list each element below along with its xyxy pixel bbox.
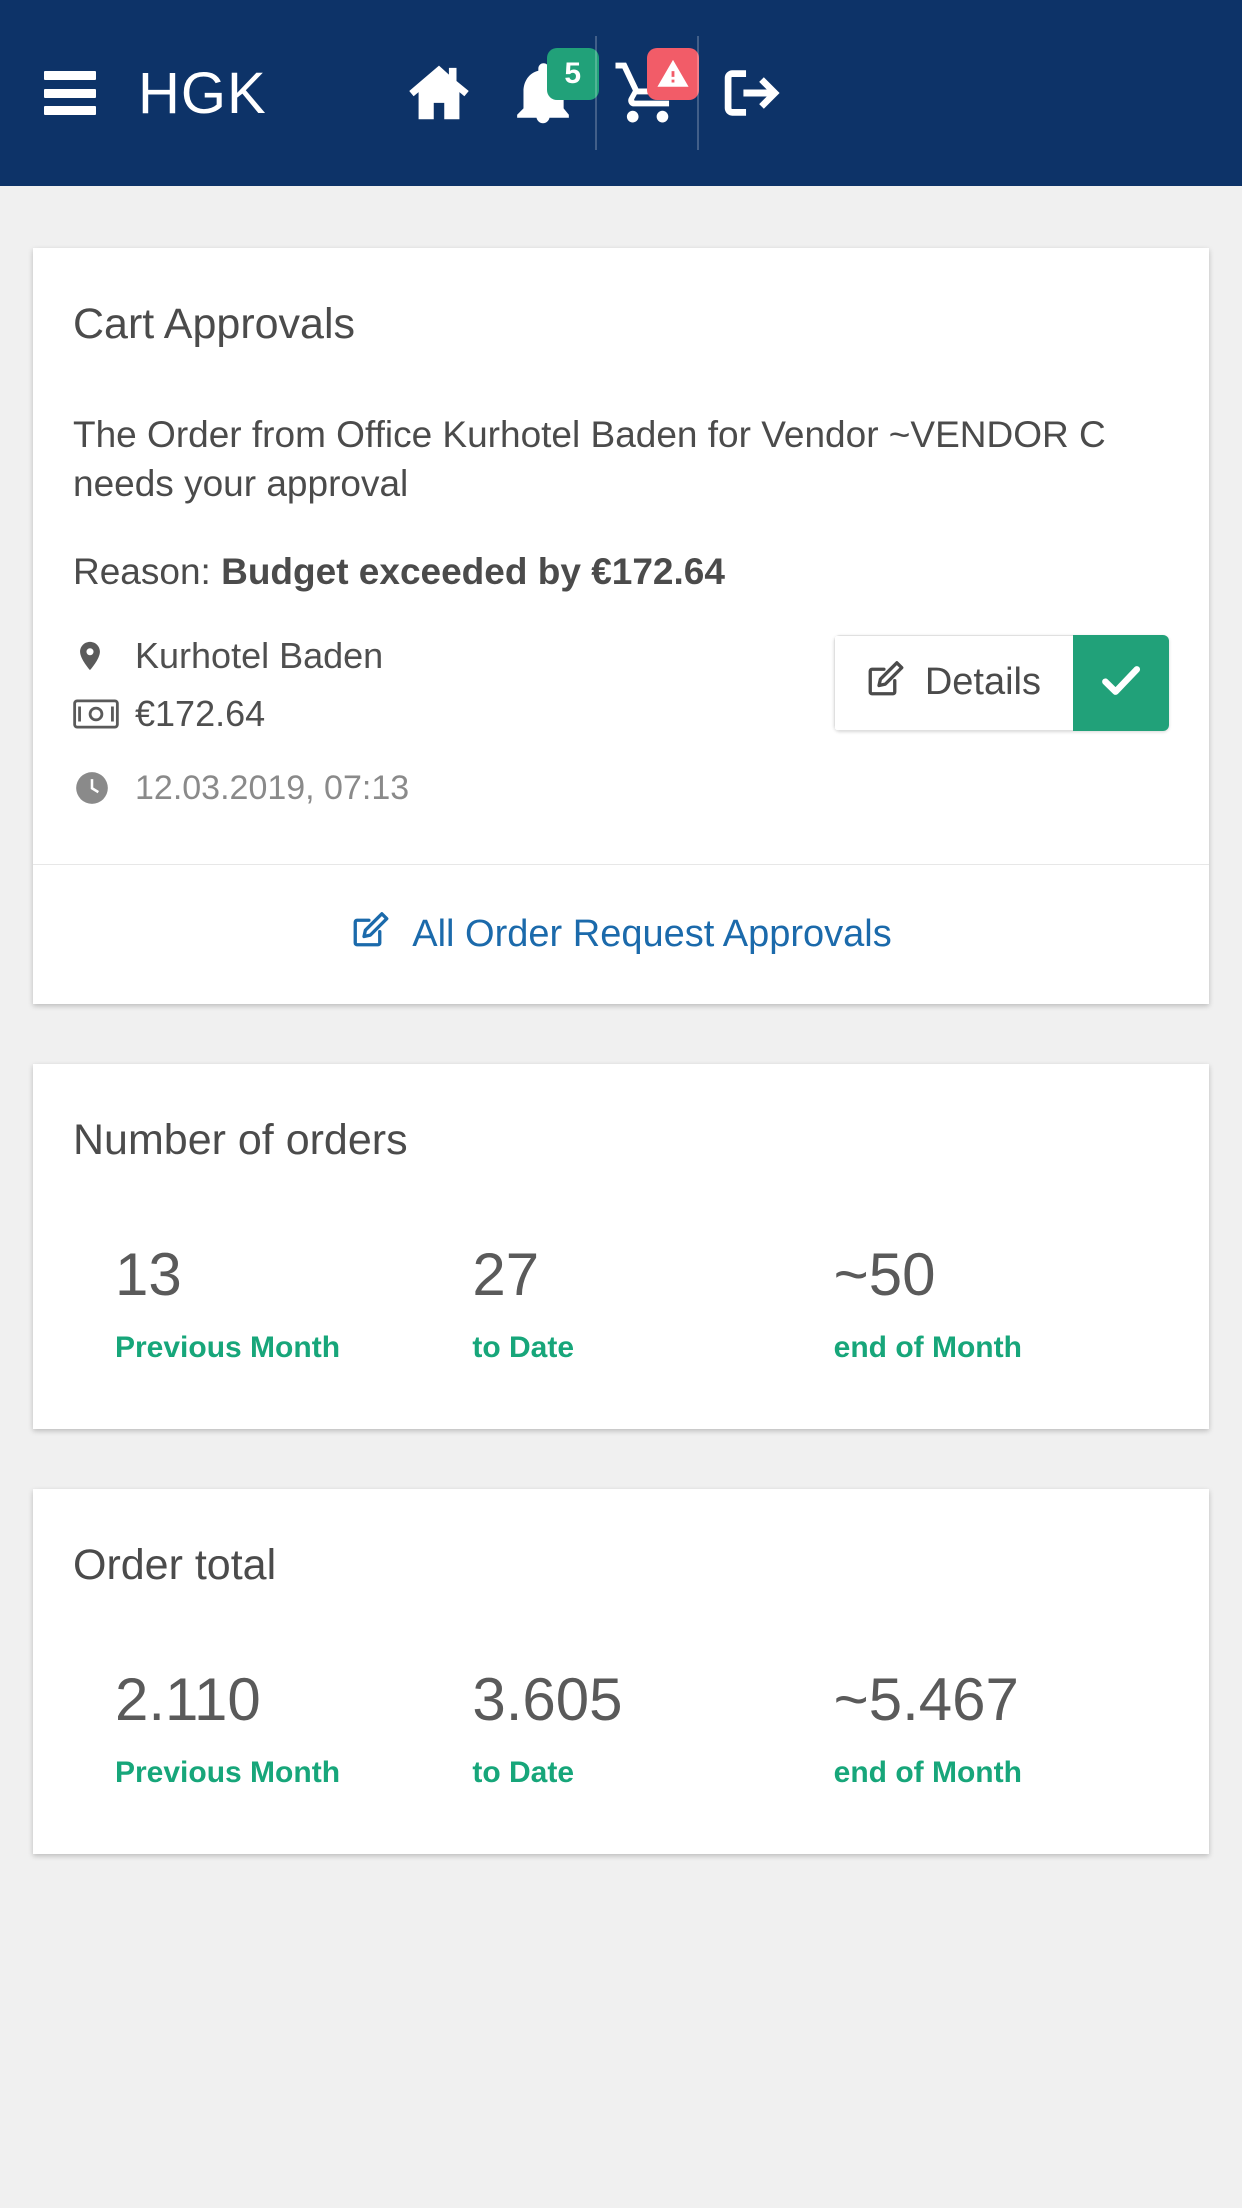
approval-message: The Order from Office Kurhotel Baden for… [73,414,1106,504]
stat-label: Previous Month [115,1755,341,1789]
stat-value: 3.605 [472,1665,623,1733]
stat-previous-month: 13 Previous Month [73,1240,450,1365]
amount-row: €172.64 [73,693,409,735]
order-total-stats: 2.110 Previous Month 3.605 to Date ~5.46… [73,1665,1169,1790]
stat-value: ~5.467 [833,1665,1019,1733]
check-icon [1096,655,1146,710]
edit-icon [350,908,392,960]
menu-bar-1 [44,71,96,80]
stat-value: 2.110 [115,1665,261,1733]
location-row: Kurhotel Baden [73,635,409,677]
amount-value: €172.64 [135,692,266,734]
number-of-orders-card: Number of orders 13 Previous Month 27 to… [33,1063,1209,1429]
page-content: Cart Approvals The Order from Office Kur… [0,186,1242,1854]
reason-label: Reason: [73,550,211,592]
approval-meta: Kurhotel Baden €172.64 12.03.2019, 07:13… [73,631,1169,824]
edit-icon [865,657,907,709]
stat-value: 27 [472,1240,540,1308]
order-total-title: Order total [73,1540,277,1589]
banknote-icon [73,697,121,731]
details-button[interactable]: Details [833,634,1073,731]
stat-label: end of Month [833,1330,1022,1364]
approval-meta-left: Kurhotel Baden €172.64 12.03.2019, 07:13 [73,631,409,824]
stat-end-of-month: ~50 end of Month [808,1240,1169,1365]
stat-previous-month: 2.110 Previous Month [73,1665,450,1790]
number-of-orders-title: Number of orders [73,1115,408,1164]
menu-bar-2 [44,88,96,98]
approval-actions: Details [833,634,1169,731]
timestamp-value: 12.03.2019, 07:13 [135,768,410,807]
stat-label: to Date [472,1755,575,1789]
stat-value: 13 [115,1240,182,1308]
notifications-badge: 5 [546,48,599,100]
brand-title: HGK [138,60,267,126]
stat-end-of-month: ~5.467 end of Month [808,1665,1169,1790]
timestamp-row: 12.03.2019, 07:13 [73,769,409,808]
map-pin-icon [73,635,121,677]
notifications-button[interactable]: 5 [491,0,599,186]
cart-approvals-footer: All Order Request Approvals [33,863,1209,1004]
menu-icon[interactable] [44,71,96,115]
approve-button[interactable] [1073,634,1169,731]
stat-label: to Date [472,1330,575,1364]
all-order-request-approvals-link[interactable]: All Order Request Approvals [350,908,892,960]
reason-value: Budget exceeded by €172.64 [221,550,725,592]
warning-icon [657,59,689,87]
home-button[interactable] [387,0,491,186]
all-order-request-approvals-label: All Order Request Approvals [412,912,892,955]
details-button-label: Details [924,661,1041,704]
cart-button[interactable] [594,0,699,186]
cart-approvals-card: Cart Approvals The Order from Office Kur… [33,248,1209,1004]
stat-to-date: 3.605 to Date [450,1665,807,1790]
stat-label: end of Month [833,1755,1022,1789]
number-of-orders-stats: 13 Previous Month 27 to Date ~50 end of … [73,1240,1169,1365]
home-icon [404,58,474,128]
menu-bar-3 [44,106,96,115]
cart-approvals-title: Cart Approvals [73,300,356,348]
cart-alert-badge [646,48,699,100]
logout-icon [714,58,788,128]
order-total-card: Order total 2.110 Previous Month 3.605 t… [33,1488,1209,1854]
clock-icon [73,769,121,807]
logout-button[interactable] [699,0,803,186]
location-value: Kurhotel Baden [135,634,384,676]
stat-to-date: 27 to Date [450,1240,807,1365]
stat-value: ~50 [833,1240,936,1308]
approval-reason: Reason: Budget exceeded by €172.64 [73,551,1169,593]
header-nav: 5 [387,0,803,186]
app-header: HGK 5 [0,0,1242,186]
stat-label: Previous Month [115,1330,341,1364]
